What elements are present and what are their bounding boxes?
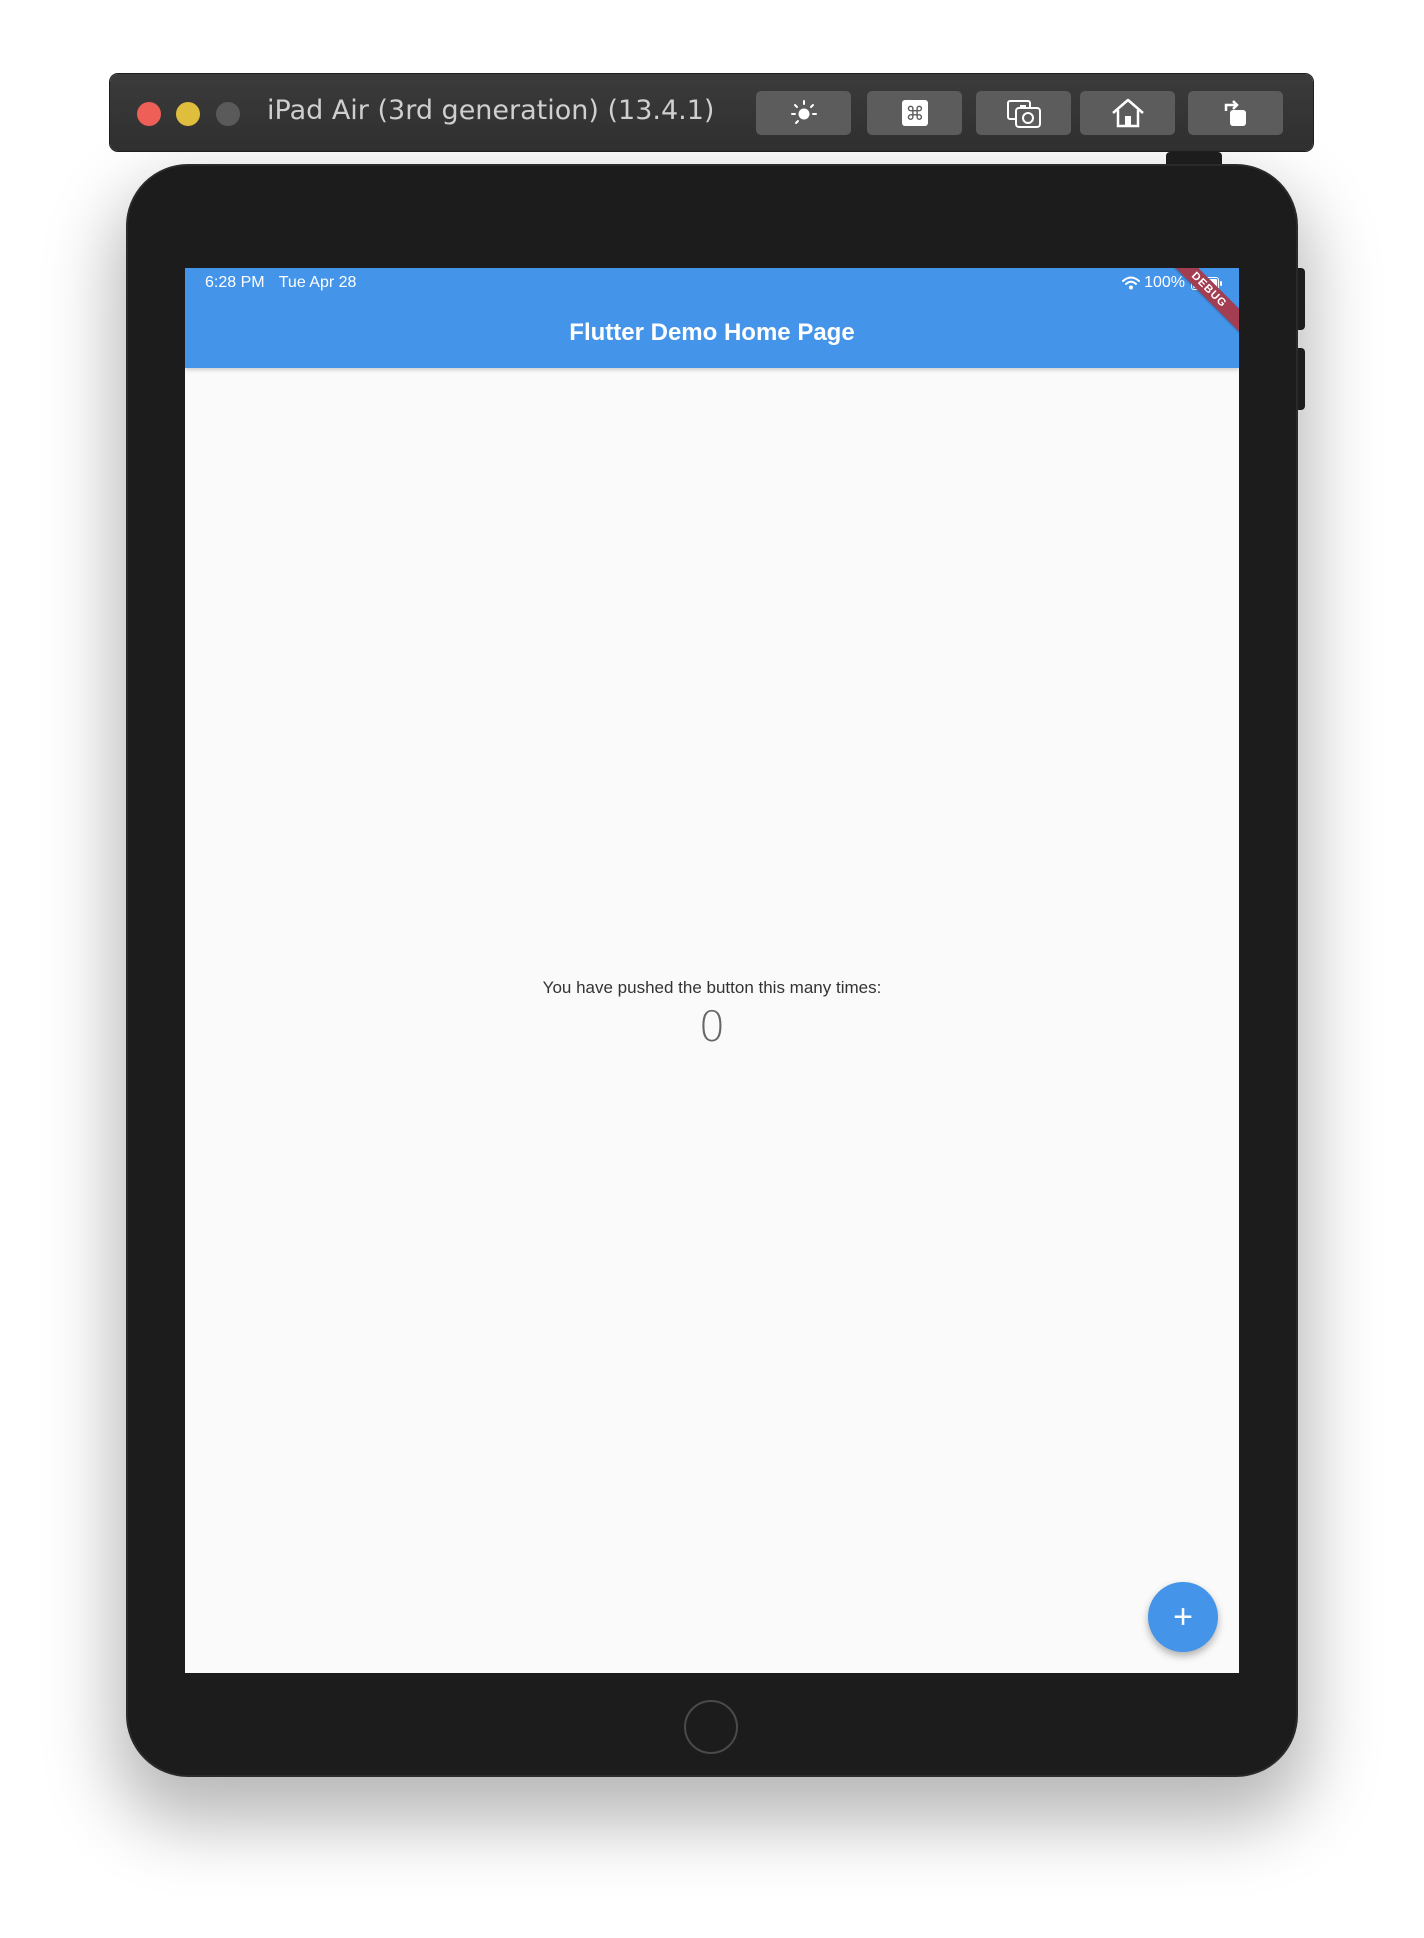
increment-fab-button[interactable]: +: [1148, 1582, 1218, 1652]
rotate-button[interactable]: [1188, 91, 1283, 135]
window-minimize-button[interactable]: [176, 102, 200, 126]
status-time: 6:28 PM: [205, 274, 265, 291]
command-button[interactable]: ⌘: [867, 91, 962, 135]
device-home-button[interactable]: [684, 1700, 738, 1754]
brightness-button[interactable]: [756, 91, 851, 135]
rotate-icon: [1224, 100, 1246, 126]
command-icon: ⌘: [901, 100, 928, 126]
counter-label: You have pushed the button this many tim…: [542, 978, 882, 997]
wifi-icon: [1122, 276, 1141, 290]
counter-section: You have pushed the button this many tim…: [185, 978, 1239, 1051]
plus-icon: +: [1173, 1598, 1193, 1636]
screenshot-button[interactable]: [976, 91, 1071, 135]
battery-percentage: 100%: [1144, 274, 1185, 291]
brightness-icon: [790, 100, 817, 124]
svg-text:⌘: ⌘: [905, 103, 924, 125]
app-bar: 6:28 PM Tue Apr 28 100% Flutter Demo Hom…: [185, 268, 1239, 368]
window-close-button[interactable]: [137, 102, 161, 126]
window-title: iPad Air (3rd generation) (13.4.1): [267, 95, 715, 126]
window-zoom-button[interactable]: [216, 102, 240, 126]
app-bar-title: Flutter Demo Home Page: [569, 319, 855, 346]
status-date: Tue Apr 28: [278, 274, 357, 291]
home-toolbar-button[interactable]: [1080, 91, 1175, 135]
simulator-toolbar: iPad Air (3rd generation) (13.4.1) ⌘: [110, 74, 1313, 151]
screenshot-icon: [1006, 100, 1041, 128]
status-bar-left: 6:28 PM Tue Apr 28: [205, 274, 366, 292]
counter-value: 0: [698, 1002, 726, 1051]
device-screen: 6:28 PM Tue Apr 28 100% Flutter Demo Hom…: [185, 268, 1239, 1673]
home-icon: [1111, 98, 1144, 128]
